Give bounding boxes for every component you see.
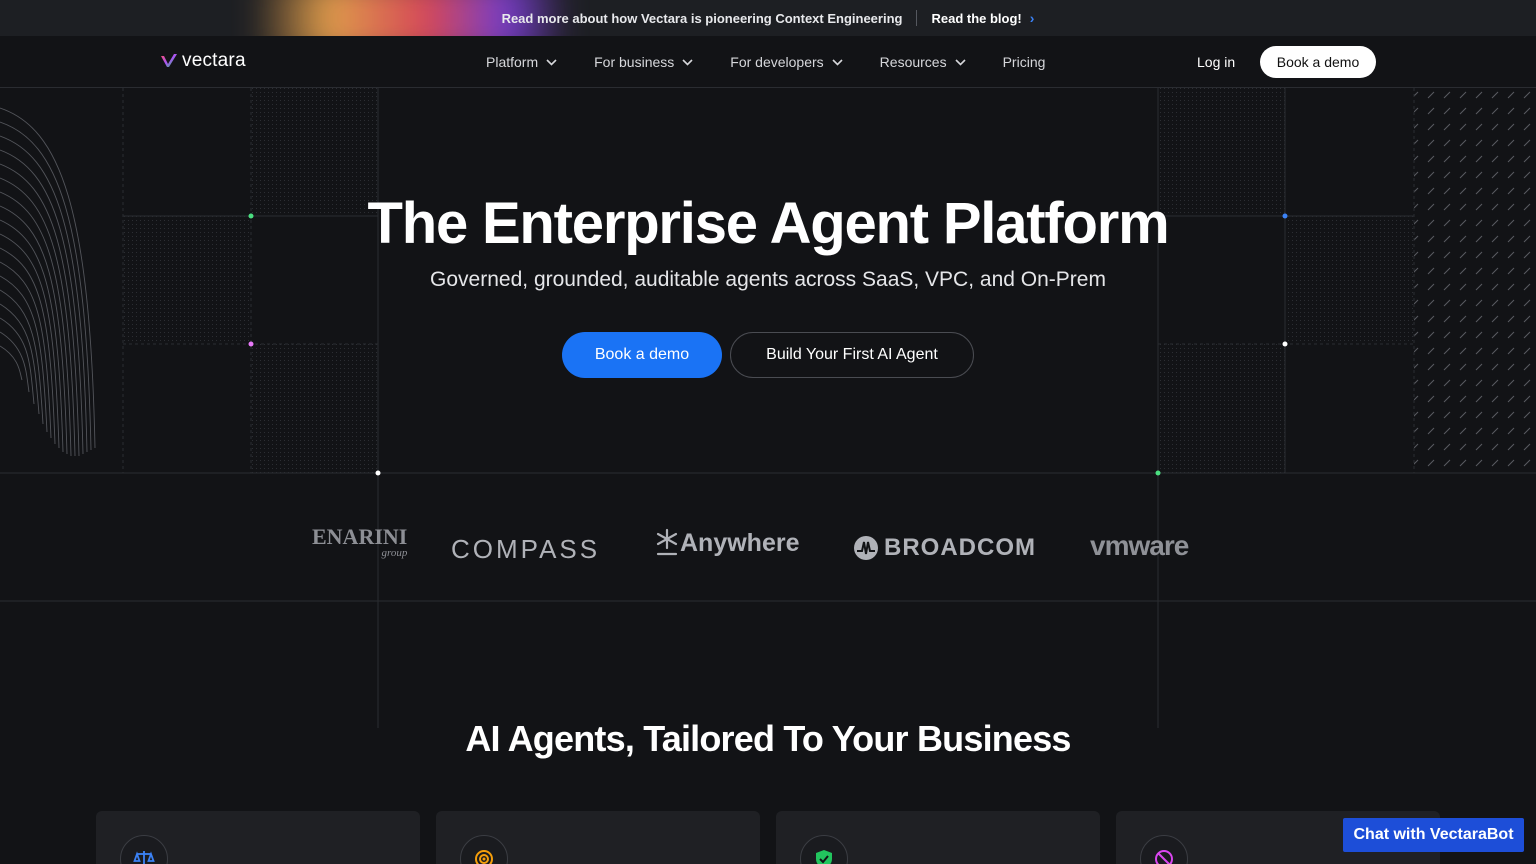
announcement-message[interactable]: Read more about how Vectara is pioneerin… xyxy=(502,11,903,26)
chevron-down-icon xyxy=(682,58,693,66)
brand-logo[interactable]: vectara xyxy=(160,50,246,72)
chat-widget-button[interactable]: Chat with VectaraBot xyxy=(1343,818,1524,852)
menarini-wordmark: ENARINI xyxy=(312,524,408,549)
customer-logos: ENARINI group COMPASS Anywhere BROADCOM … xyxy=(0,520,1536,580)
main-nav: vectara Platform For business For develo… xyxy=(0,36,1536,88)
nav-item-label: For business xyxy=(594,54,675,70)
nav-menu: Platform For business For developers Res… xyxy=(486,36,1082,88)
nav-book-demo-button[interactable]: Book a demo xyxy=(1260,46,1376,78)
nav-item-resources[interactable]: Resources xyxy=(880,54,966,70)
hero-subtitle: Governed, grounded, auditable agents acr… xyxy=(430,268,1106,291)
chevron-down-icon xyxy=(955,58,966,66)
menarini-group-label: group xyxy=(381,547,408,559)
announcement-bar[interactable]: Read more about how Vectara is pioneerin… xyxy=(0,0,1536,36)
feature-card[interactable] xyxy=(436,811,760,864)
hero-grid-decoration xyxy=(0,88,1536,728)
nav-item-label: Pricing xyxy=(1002,54,1046,70)
build-agent-button[interactable]: Build Your First AI Agent xyxy=(730,332,974,378)
nav-item-label: For developers xyxy=(730,54,824,70)
scales-icon xyxy=(120,835,168,864)
chevron-down-icon xyxy=(832,58,843,66)
chevron-right-icon[interactable]: › xyxy=(1030,10,1035,26)
read-blog-link[interactable]: Read the blog! xyxy=(931,11,1021,26)
brand-name: vectara xyxy=(182,50,246,71)
feature-card[interactable] xyxy=(96,811,420,864)
vmware-logo: vmware xyxy=(1090,530,1189,561)
menarini-logo: ENARINI group xyxy=(312,526,407,559)
hero-book-demo-button[interactable]: Book a demo xyxy=(562,332,722,378)
no-hallucination-icon xyxy=(1140,835,1188,864)
anywhere-wordmark: Anywhere xyxy=(680,529,800,557)
nav-item-platform[interactable]: Platform xyxy=(486,54,557,70)
announcement-divider xyxy=(916,10,918,26)
vectara-logo-icon xyxy=(161,54,177,67)
hero-title: The Enterprise Agent Platform xyxy=(367,191,1170,256)
asterisk-icon xyxy=(656,528,678,556)
nav-item-pricing[interactable]: Pricing xyxy=(1003,54,1046,70)
broadcom-mark-icon xyxy=(854,536,878,560)
compass-logo: COMPASS xyxy=(451,534,601,564)
shield-check-icon xyxy=(800,835,848,864)
nav-item-for-business[interactable]: For business xyxy=(594,54,693,70)
broadcom-logo: BROADCOM xyxy=(854,534,1036,562)
nav-item-label: Resources xyxy=(879,54,947,70)
login-link[interactable]: Log in xyxy=(1197,54,1235,70)
anywhere-logo: Anywhere xyxy=(654,528,799,558)
chevron-down-icon xyxy=(546,58,557,66)
feature-card[interactable] xyxy=(776,811,1100,864)
broadcom-wordmark: BROADCOM xyxy=(884,534,1036,561)
nav-item-label: Platform xyxy=(486,54,539,70)
target-icon xyxy=(460,835,508,864)
nav-item-for-developers[interactable]: For developers xyxy=(730,54,843,70)
features-title: AI Agents, Tailored To Your Business xyxy=(465,718,1071,759)
